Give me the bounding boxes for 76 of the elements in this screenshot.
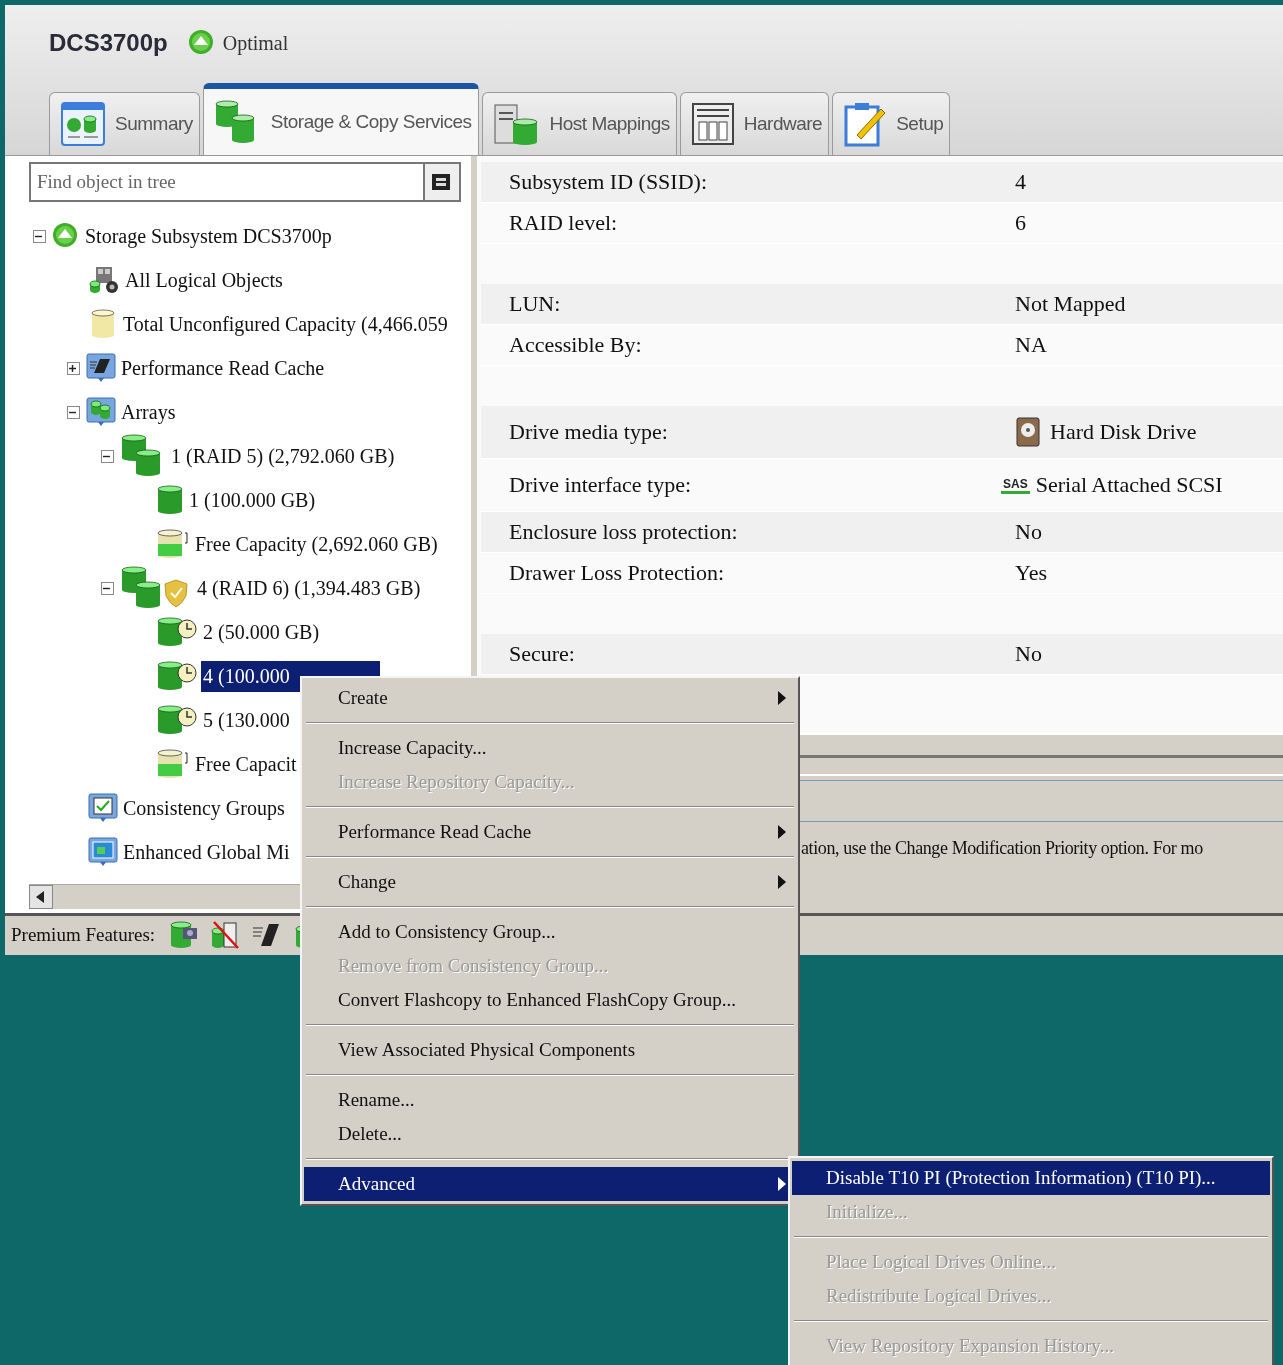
tree-item[interactable]: 2 (50.000 GB) xyxy=(201,616,322,648)
property-value: NA xyxy=(1015,332,1047,358)
cache-icon xyxy=(86,353,116,383)
property-label: Drawer Loss Protection: xyxy=(508,560,726,586)
tab[interactable]: Summary xyxy=(49,92,200,155)
free-capacity-icon xyxy=(156,529,190,559)
summary-icon xyxy=(60,101,106,147)
scroll-left-button[interactable] xyxy=(29,885,53,909)
menu-item[interactable]: Delete... xyxy=(304,1117,796,1151)
menu-item[interactable]: Increase Capacity... xyxy=(304,731,796,765)
tree-item[interactable]: Total Unconfigured Capacity (4,466.059 xyxy=(121,308,450,340)
property-value: 6 xyxy=(1015,210,1026,236)
tab[interactable]: Host Mappings xyxy=(481,92,677,155)
property-label: Secure: xyxy=(508,641,576,667)
menu-item[interactable]: Change xyxy=(304,865,796,899)
tab[interactable]: Storage & Copy Services xyxy=(202,83,479,155)
subsystem-name: DCS3700p xyxy=(49,29,168,57)
tree-item[interactable]: Arrays xyxy=(119,396,178,428)
tree-item[interactable]: Storage Subsystem DCS3700p xyxy=(83,220,334,252)
property-label: RAID level: xyxy=(508,210,619,236)
tree-item[interactable]: Consistency Groups xyxy=(121,792,287,824)
find-button[interactable] xyxy=(423,162,461,202)
property-label: LUN: xyxy=(508,291,562,317)
collapse-toggle[interactable] xyxy=(101,581,114,595)
consistency-group-icon xyxy=(88,793,118,823)
mirror-icon xyxy=(88,837,118,867)
property-value: Yes xyxy=(1015,560,1047,586)
premium-features-label: Premium Features: xyxy=(11,924,156,946)
property-value: 4 xyxy=(1015,169,1026,195)
property-label: Enclosure loss protection: xyxy=(508,519,739,545)
collapse-toggle[interactable] xyxy=(33,229,46,243)
collapse-toggle[interactable] xyxy=(67,405,80,419)
plus-icon xyxy=(67,363,77,373)
arrays-icon xyxy=(86,397,116,427)
menu-item[interactable]: Add to Consistency Group... xyxy=(304,915,796,949)
property-label: Subsystem ID (SSID): xyxy=(508,169,708,195)
tree-item[interactable]: 1 (100.000 GB) xyxy=(187,484,318,516)
status-icon xyxy=(52,222,80,250)
tree-item[interactable]: 1 (RAID 5) (2,792.060 GB) xyxy=(169,440,397,472)
property-value: Hard Disk Drive xyxy=(1050,419,1197,445)
tree-item[interactable]: Free Capacity (2,692.060 GB) xyxy=(193,528,440,560)
menu-item[interactable]: Rename... xyxy=(304,1083,796,1117)
menu-item[interactable]: Disable T10 PI (Protection Information) (T10 PI)... xyxy=(792,1161,1270,1195)
status-icon xyxy=(187,29,216,57)
drive-clock-icon xyxy=(156,705,198,735)
menu-item[interactable]: View Associated Physical Components xyxy=(304,1033,796,1067)
property-value: No xyxy=(1015,519,1042,545)
property-label: Drive media type: xyxy=(508,419,669,445)
property-label: Accessible By: xyxy=(508,332,643,358)
tab[interactable]: Setup xyxy=(832,92,951,155)
tree-item[interactable]: 4 (RAID 6) (1,394.483 GB) xyxy=(195,572,423,604)
search-field[interactable]: Find object in tree xyxy=(29,162,423,202)
tree-item[interactable]: 5 (130.000 xyxy=(201,704,292,736)
tab[interactable]: Hardware xyxy=(679,92,830,155)
free-capacity-icon xyxy=(156,749,190,779)
menu-item[interactable]: Performance Read Cache xyxy=(304,815,796,849)
description-text: ation, use the Change Modification Priority option. For mo xyxy=(801,838,1203,859)
tree-item[interactable]: All Logical Objects xyxy=(123,264,285,296)
sas-badge: SAS xyxy=(1001,476,1030,494)
drive-clock-icon xyxy=(156,661,198,691)
property-value: Serial Attached SCSI xyxy=(1035,472,1223,498)
collapse-toggle[interactable] xyxy=(101,449,114,463)
expand-toggle[interactable] xyxy=(67,361,80,375)
left-arrow-icon xyxy=(35,891,44,903)
drive-clock-icon xyxy=(156,617,198,647)
clipboard-icon xyxy=(843,101,888,147)
hardware-icon xyxy=(690,102,735,146)
tree-item[interactable]: Performance Read Cache xyxy=(119,352,327,384)
drive-icon xyxy=(156,485,184,515)
menu-item[interactable]: Convert Flashcopy to Enhanced FlashCopy Group... xyxy=(304,983,796,1017)
property-value: No xyxy=(1015,641,1042,667)
property-value: Not Mapped xyxy=(1015,291,1126,317)
objects-icon xyxy=(88,265,120,295)
tree-item[interactable]: Free Capacit xyxy=(193,748,299,780)
status-text: Optimal xyxy=(222,31,289,55)
tree-item[interactable]: Enhanced Global Mi xyxy=(121,836,292,868)
